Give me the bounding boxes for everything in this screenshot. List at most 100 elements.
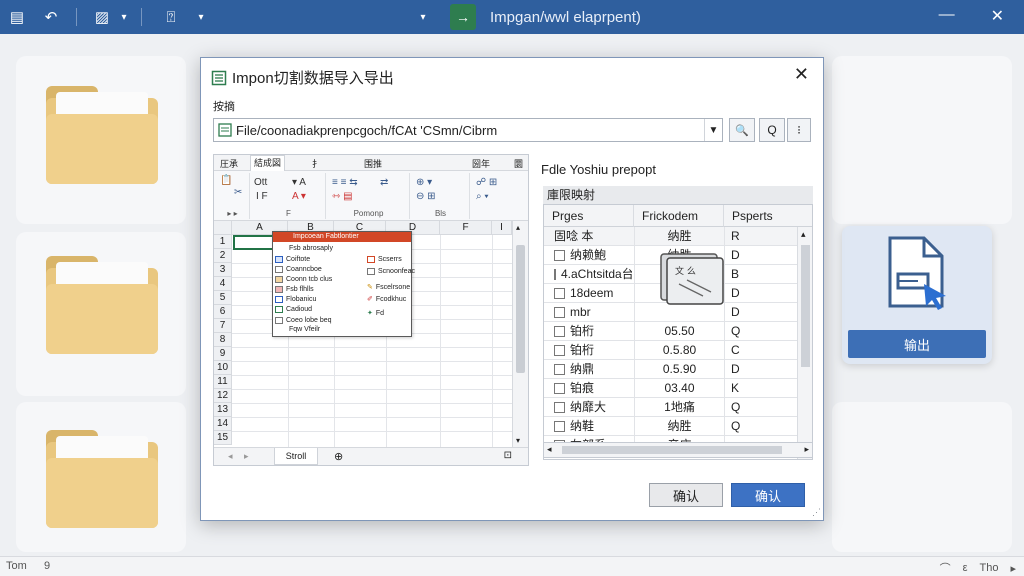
row-header[interactable]: 4 — [214, 277, 232, 291]
close-icon[interactable]: ✕ — [991, 6, 1004, 26]
font-size-field[interactable]: ▾ A — [292, 177, 306, 188]
scroll-right-icon[interactable]: ▸ — [1010, 562, 1016, 575]
row-header[interactable]: 6 — [214, 305, 232, 319]
menu-item[interactable]: Coonn tcb clus — [275, 274, 332, 284]
scroll-thumb[interactable] — [562, 446, 782, 454]
row-checkbox[interactable] — [554, 402, 565, 413]
row-checkbox[interactable] — [554, 250, 565, 261]
ribbon-tab[interactable]: 圜 — [514, 157, 523, 170]
row-header[interactable]: 7 — [214, 319, 232, 333]
row-header[interactable]: 14 — [214, 417, 232, 431]
chevron-down-icon[interactable]: ▼ — [704, 119, 722, 141]
column-header[interactable]: I — [492, 221, 512, 235]
menu-item[interactable]: ✎ Fscelrsone — [367, 282, 410, 292]
fill-color-icon[interactable]: ⇿ ▤ — [332, 191, 353, 202]
bold-icon[interactable]: I F — [256, 191, 268, 202]
column-header[interactable]: Psperts — [724, 205, 812, 227]
prev-sheet-icon[interactable]: ◂ — [228, 451, 233, 462]
row-checkbox[interactable] — [554, 269, 556, 280]
chevron-down-icon[interactable]: ▾ — [113, 6, 135, 28]
column-header[interactable]: Prges — [544, 205, 634, 227]
confirm-secondary-button[interactable]: 确认 — [649, 483, 723, 507]
close-icon[interactable]: ✕ — [794, 64, 809, 85]
row-header[interactable]: 5 — [214, 291, 232, 305]
align-icon[interactable]: ≡ ≡ ⇆ — [332, 177, 358, 188]
status-icon[interactable]: ε — [963, 562, 968, 574]
scroll-right-icon[interactable]: ▸ — [804, 444, 809, 455]
row-header[interactable]: 2 — [214, 249, 232, 263]
row-header[interactable]: 12 — [214, 389, 232, 403]
table-row[interactable]: 纳靡大 1地痛 Q — [544, 398, 798, 417]
menu-item[interactable]: ✐ Fcodkhuc — [367, 294, 406, 304]
ribbon-tab[interactable]: 圧承 — [220, 157, 238, 170]
scroll-thumb[interactable] — [516, 245, 525, 373]
app-menu-icon[interactable]: ▤ — [6, 6, 28, 28]
chevron-down-icon[interactable]: ▾ — [190, 6, 212, 28]
find-icon[interactable]: ⌕ ▾ — [476, 191, 489, 202]
cut-icon[interactable]: ✂ — [234, 187, 242, 198]
menu-item[interactable]: Cadioud — [275, 304, 312, 314]
scroll-thumb[interactable] — [801, 245, 810, 367]
add-sheet-icon[interactable]: ⊕ — [334, 450, 343, 463]
resize-grip-icon[interactable]: ⋰ — [812, 507, 821, 518]
format-painter-icon[interactable]: ▨ — [91, 6, 113, 28]
paste-icon[interactable]: 📋 — [220, 175, 232, 186]
undo-icon[interactable]: ↶ — [40, 6, 62, 28]
row-header[interactable]: 1 — [214, 235, 232, 249]
row-checkbox[interactable] — [554, 307, 565, 318]
table-row[interactable]: 固唸 本 纳胜 R — [544, 227, 798, 246]
row-header[interactable]: 15 — [214, 431, 232, 445]
row-checkbox[interactable] — [554, 345, 565, 356]
row-checkbox[interactable] — [554, 364, 565, 375]
row-checkbox[interactable] — [554, 288, 565, 299]
style-icon[interactable]: ⊕ ▾ — [416, 177, 432, 188]
export-icon[interactable]: ⍰ — [160, 6, 182, 28]
menu-item[interactable]: Coiftote — [275, 254, 310, 264]
row-checkbox[interactable] — [554, 326, 565, 337]
font-color-icon[interactable]: A ▾ — [292, 191, 306, 202]
sheet-options-icon[interactable]: ⊡ — [504, 450, 512, 461]
next-sheet-icon[interactable]: ▸ — [244, 451, 249, 462]
scroll-left-icon[interactable]: ◂ — [547, 444, 552, 455]
column-header[interactable]: F — [440, 221, 492, 235]
table-row[interactable]: 铂桁 05.50 Q — [544, 322, 798, 341]
menu-item[interactable]: Scserrs — [367, 254, 402, 264]
table-row[interactable]: 铂痕 03.40 K — [544, 379, 798, 398]
row-header[interactable]: 9 — [214, 347, 232, 361]
scroll-up-icon[interactable]: ▴ — [801, 229, 806, 240]
ribbon-tab[interactable]: 扌 — [312, 157, 321, 170]
style-icon[interactable]: ⊖ ⊞ — [416, 191, 436, 202]
row-header[interactable]: 8 — [214, 333, 232, 347]
minimize-icon[interactable]: — — [939, 6, 955, 26]
arrow-right-icon[interactable]: → — [450, 4, 476, 30]
row-header[interactable]: 3 — [214, 263, 232, 277]
column-header[interactable]: Frickodem — [634, 205, 724, 227]
menu-item[interactable]: Fsb abrosaply — [289, 243, 333, 253]
wrap-icon[interactable]: ⇄ — [380, 177, 388, 188]
table-row[interactable]: 纳鞋 纳胜 Q — [544, 417, 798, 436]
table-row[interactable]: 纳鼎 0.5.90 D — [544, 360, 798, 379]
search-button[interactable]: 🔍 — [729, 118, 755, 142]
status-icon[interactable]: ⌒ — [940, 560, 951, 576]
export-card[interactable]: 输出 — [842, 226, 992, 364]
table-horizontal-scrollbar[interactable]: ◂ ▸ — [543, 442, 813, 458]
table-vertical-scrollbar[interactable]: ▴ ▾ — [797, 227, 812, 459]
menu-item[interactable]: Flobanicu — [275, 294, 316, 304]
sort-icon[interactable]: ☍ ⊞ — [476, 177, 497, 188]
scroll-down-icon[interactable]: ▾ — [516, 436, 520, 445]
menu-item[interactable]: Fsb flhlls — [275, 284, 314, 294]
ribbon-tab[interactable]: 結成図 — [250, 155, 286, 171]
table-row[interactable]: 铂桁 0.5.80 C — [544, 341, 798, 360]
sheet-tab[interactable]: Stroll — [274, 448, 318, 465]
ribbon-tab[interactable]: 围推 — [364, 157, 382, 170]
corner-cell[interactable] — [214, 221, 232, 235]
path-combobox[interactable]: ▼ — [213, 118, 723, 142]
scroll-up-icon[interactable]: ▴ — [516, 223, 520, 232]
menu-item[interactable]: ✦ Fd — [367, 308, 384, 318]
menu-item[interactable]: Coanncboe — [275, 264, 322, 274]
sheet-vertical-scrollbar[interactable]: ▴ ▾ — [512, 221, 528, 447]
menu-item[interactable]: Fqw Vfeilr — [289, 324, 320, 334]
confirm-primary-button[interactable]: 确认 — [731, 483, 805, 507]
row-checkbox[interactable] — [554, 383, 565, 394]
row-header[interactable]: 10 — [214, 361, 232, 375]
